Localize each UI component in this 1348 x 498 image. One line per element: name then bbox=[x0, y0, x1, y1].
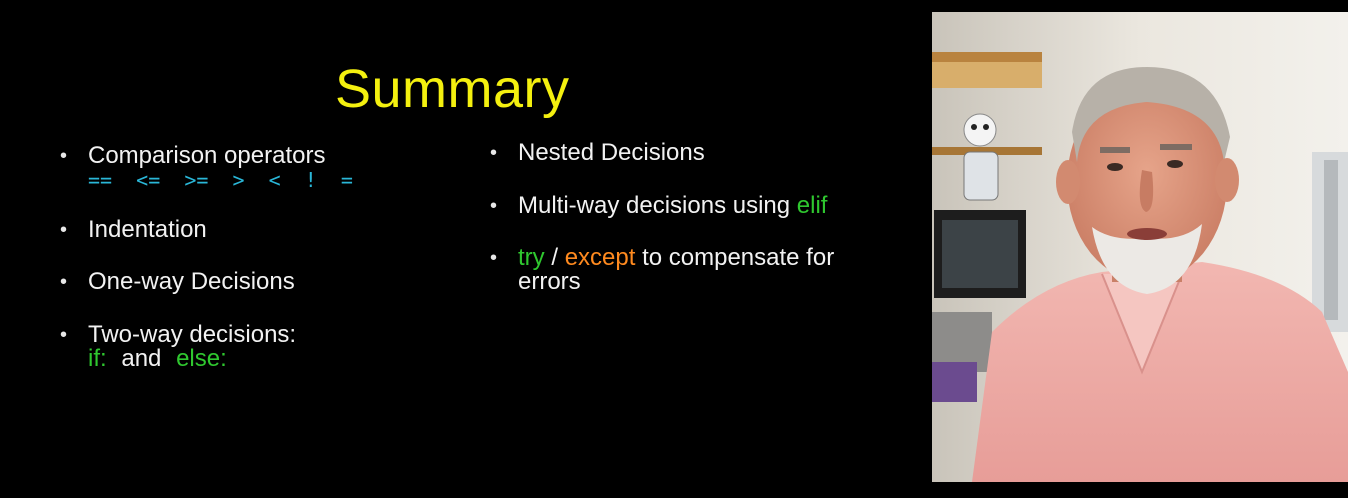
operator-list: == <= >= > < ! = bbox=[88, 168, 353, 192]
left-bullet-list: • Comparison operators == <= >= > < ! = … bbox=[60, 142, 353, 372]
keyword-if: if: bbox=[88, 345, 107, 372]
bullet-text-continued: errors bbox=[518, 268, 581, 295]
bullet-one-way: • One-way Decisions bbox=[60, 269, 353, 295]
bullet-icon: • bbox=[490, 247, 498, 269]
bullet-multi-way: • Multi-way decisions using elif bbox=[490, 193, 834, 219]
bullet-try-except: • try / except to compensate for errors bbox=[490, 244, 835, 295]
bullet-two-way: • Two-way decisions: if: and else: bbox=[60, 321, 353, 372]
bullet-icon: • bbox=[60, 145, 68, 167]
keyword-else: else: bbox=[176, 345, 227, 372]
bullet-text: One-way Decisions bbox=[88, 268, 295, 295]
bullet-comparison-operators: • Comparison operators == <= >= > < ! = bbox=[60, 142, 353, 192]
word-and: and bbox=[121, 345, 162, 372]
bullet-icon: • bbox=[60, 271, 68, 293]
if-else-line: if: and else: bbox=[88, 345, 353, 372]
bullet-text: Multi-way decisions using bbox=[518, 192, 791, 219]
bullet-text: Indentation bbox=[88, 216, 207, 243]
bullet-icon: • bbox=[490, 195, 498, 217]
right-bullet-list: • Nested Decisions • Multi-way decisions… bbox=[490, 140, 835, 295]
bullet-nested: • Nested Decisions bbox=[490, 140, 834, 166]
slash: / bbox=[551, 244, 559, 271]
bullet-indentation: • Indentation bbox=[60, 217, 353, 243]
lecture-slide: Summary • Comparison operators == <= >= … bbox=[0, 0, 920, 498]
bullet-text: Comparison operators bbox=[88, 142, 326, 169]
bullet-text: Nested Decisions bbox=[518, 139, 705, 166]
bullet-text: to compensate for bbox=[642, 244, 835, 271]
bullet-text: Two-way decisions: bbox=[88, 321, 297, 348]
presenter-image bbox=[932, 12, 1348, 482]
bullet-icon: • bbox=[60, 324, 68, 346]
presenter-video bbox=[932, 12, 1348, 482]
bullet-icon: • bbox=[490, 142, 498, 164]
bullet-icon: • bbox=[60, 219, 68, 241]
keyword-try: try bbox=[518, 244, 545, 271]
keyword-except: except bbox=[564, 244, 636, 271]
keyword-elif: elif bbox=[796, 192, 828, 219]
slide-title: Summary bbox=[335, 59, 570, 119]
